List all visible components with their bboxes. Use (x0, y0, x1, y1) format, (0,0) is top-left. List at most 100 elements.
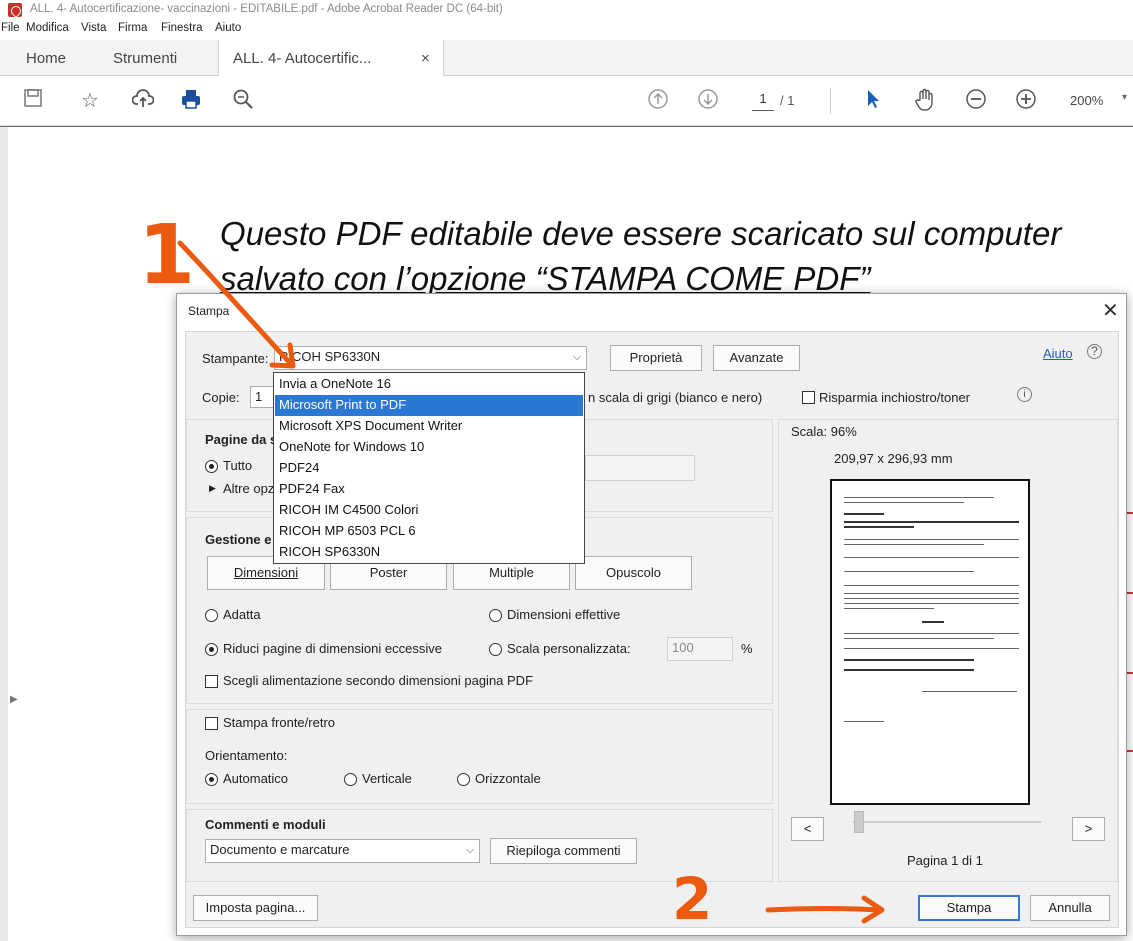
menu-aiuto[interactable]: Aiuto (215, 22, 241, 34)
tab-home[interactable]: Home (26, 50, 66, 67)
scale-label: Scala: 96% (791, 424, 857, 439)
help-link[interactable]: Aiuto (1043, 346, 1073, 361)
copies-label: Copie: (202, 390, 240, 405)
all-pages-label: Tutto (223, 458, 253, 473)
all-pages-radio[interactable] (205, 460, 218, 473)
window-title: ALL. 4- Autocertificazione- vaccinazioni… (30, 3, 503, 15)
dialog-close-icon[interactable]: ✕ (1102, 298, 1119, 323)
comments-select-value: Documento e marcature (210, 842, 350, 857)
printer-option[interactable]: RICOH MP 6503 PCL 6 (275, 521, 583, 542)
duplex-label: Stampa fronte/retro (223, 715, 335, 730)
page-down-icon[interactable] (695, 88, 721, 114)
expand-panel-icon[interactable]: ▶ (10, 694, 18, 705)
title-bar: ALL. 4- Autocertificazione- vaccinazioni… (0, 0, 1133, 20)
menu-file[interactable]: File (1, 22, 20, 34)
printer-option-selected[interactable]: Microsoft Print to PDF (275, 395, 583, 416)
tab-tools[interactable]: Strumenti (113, 50, 177, 67)
annotation-step-2: 2 (672, 865, 713, 933)
left-panel-collapsed[interactable] (0, 127, 8, 941)
actual-size-radio[interactable] (489, 609, 502, 622)
print-button[interactable]: Stampa (918, 895, 1020, 921)
printer-option[interactable]: OneNote for Windows 10 (275, 437, 583, 458)
save-icon[interactable] (20, 88, 46, 114)
comments-select[interactable]: Documento e marcature ⌵ (205, 839, 480, 863)
printer-option[interactable]: Microsoft XPS Document Writer (275, 416, 583, 437)
advanced-button[interactable]: Avanzate (713, 345, 800, 371)
zoom-dropdown-icon[interactable]: ▾ (1122, 92, 1127, 103)
printer-option[interactable]: RICOH SP6330N (275, 542, 583, 563)
paper-source-checkbox[interactable] (205, 675, 218, 688)
prev-page-button[interactable]: < (791, 817, 824, 841)
cancel-button[interactable]: Annulla (1030, 895, 1110, 921)
save-ink-checkbox[interactable] (802, 391, 815, 404)
page-slider-thumb[interactable] (854, 811, 864, 833)
custom-scale-input[interactable]: 100 (667, 637, 733, 661)
paper-source-label: Scegli alimentazione secondo dimensioni … (223, 673, 534, 688)
page-up-icon[interactable] (645, 88, 671, 114)
page-range-field[interactable] (585, 455, 695, 481)
hand-tool-icon[interactable] (912, 88, 938, 114)
properties-button[interactable]: Proprietà (610, 345, 702, 371)
printer-option[interactable]: PDF24 (275, 458, 583, 479)
custom-scale-radio[interactable] (489, 643, 502, 656)
orientation-auto-radio[interactable] (205, 773, 218, 786)
acrobat-icon (8, 3, 22, 17)
actual-size-label: Dimensioni effettive (507, 607, 621, 622)
pdf-heading-line1: Questo PDF editabile deve essere scarica… (220, 215, 1062, 252)
tab-bar: Home Strumenti ALL. 4- Autocertific... × (0, 40, 1133, 76)
zoom-in-icon[interactable] (1013, 88, 1039, 114)
menu-bar: File Modifica Vista Firma Finestra Aiuto (0, 20, 1133, 40)
help-icon[interactable]: ? (1087, 344, 1102, 359)
orientation-label: Orientamento: (205, 748, 288, 763)
page-total: / 1 (780, 93, 795, 108)
orientation-group: Stampa fronte/retro Orientamento: Automa… (186, 709, 773, 804)
duplex-checkbox[interactable] (205, 717, 218, 730)
orientation-portrait-label: Verticale (362, 771, 412, 786)
info-icon[interactable]: i (1017, 387, 1032, 402)
percent-label: % (741, 641, 753, 656)
zoom-level[interactable]: 200% (1070, 93, 1103, 108)
menu-firma[interactable]: Firma (118, 22, 147, 34)
shrink-radio[interactable] (205, 643, 218, 656)
page-number-input[interactable]: 1 (752, 91, 774, 111)
menu-finestra[interactable]: Finestra (161, 22, 203, 34)
expand-triangle-icon[interactable]: ▶ (209, 483, 216, 494)
fit-label: Adatta (223, 607, 261, 622)
print-icon[interactable] (178, 88, 204, 114)
printer-dropdown-list: Invia a OneNote 16 Microsoft Print to PD… (273, 372, 585, 564)
select-pointer-icon[interactable] (860, 88, 886, 114)
comments-header: Commenti e moduli (205, 817, 326, 832)
tab-close-icon[interactable]: × (421, 50, 430, 67)
orientation-portrait-radio[interactable] (344, 773, 357, 786)
upload-cloud-icon[interactable] (130, 88, 156, 114)
page-slider-track (853, 821, 1041, 823)
chevron-down-icon: ⌵ (465, 844, 475, 856)
fit-radio[interactable] (205, 609, 218, 622)
save-ink-label: Risparmia inchiostro/toner (819, 390, 971, 405)
menu-vista[interactable]: Vista (81, 22, 106, 34)
star-icon[interactable]: ☆ (77, 88, 103, 114)
printer-option[interactable]: Invia a OneNote 16 (275, 374, 583, 395)
chevron-down-icon: ⌵ (572, 351, 582, 363)
toolbar-divider (830, 88, 831, 114)
toolbar: ☆ 1 / 1 200% ▾ (0, 76, 1133, 126)
printer-option[interactable]: PDF24 Fax (275, 479, 583, 500)
next-page-button[interactable]: > (1072, 817, 1105, 841)
more-options-label[interactable]: Altre opz (223, 481, 274, 496)
pages-header: Pagine da s (205, 432, 278, 447)
handling-header: Gestione e (205, 532, 272, 547)
booklet-button[interactable]: Opuscolo (575, 556, 692, 590)
printer-option[interactable]: RICOH IM C4500 Colori (275, 500, 583, 521)
orientation-landscape-radio[interactable] (457, 773, 470, 786)
page-setup-button[interactable]: Imposta pagina... (193, 895, 318, 921)
shrink-label: Riduci pagine di dimensioni eccessive (223, 641, 442, 656)
orientation-auto-label: Automatico (223, 771, 289, 786)
zoom-search-icon[interactable] (230, 88, 256, 114)
tab-document[interactable]: ALL. 4- Autocertific... × (218, 40, 444, 76)
menu-modifica[interactable]: Modifica (26, 22, 69, 34)
summarize-comments-button[interactable]: Riepiloga commenti (490, 838, 637, 864)
zoom-out-icon[interactable] (963, 88, 989, 114)
page-of-label: Pagina 1 di 1 (907, 853, 983, 868)
page-preview-thumbnail (830, 479, 1030, 805)
printer-select[interactable]: RICOH SP6330N ⌵ (274, 346, 587, 370)
